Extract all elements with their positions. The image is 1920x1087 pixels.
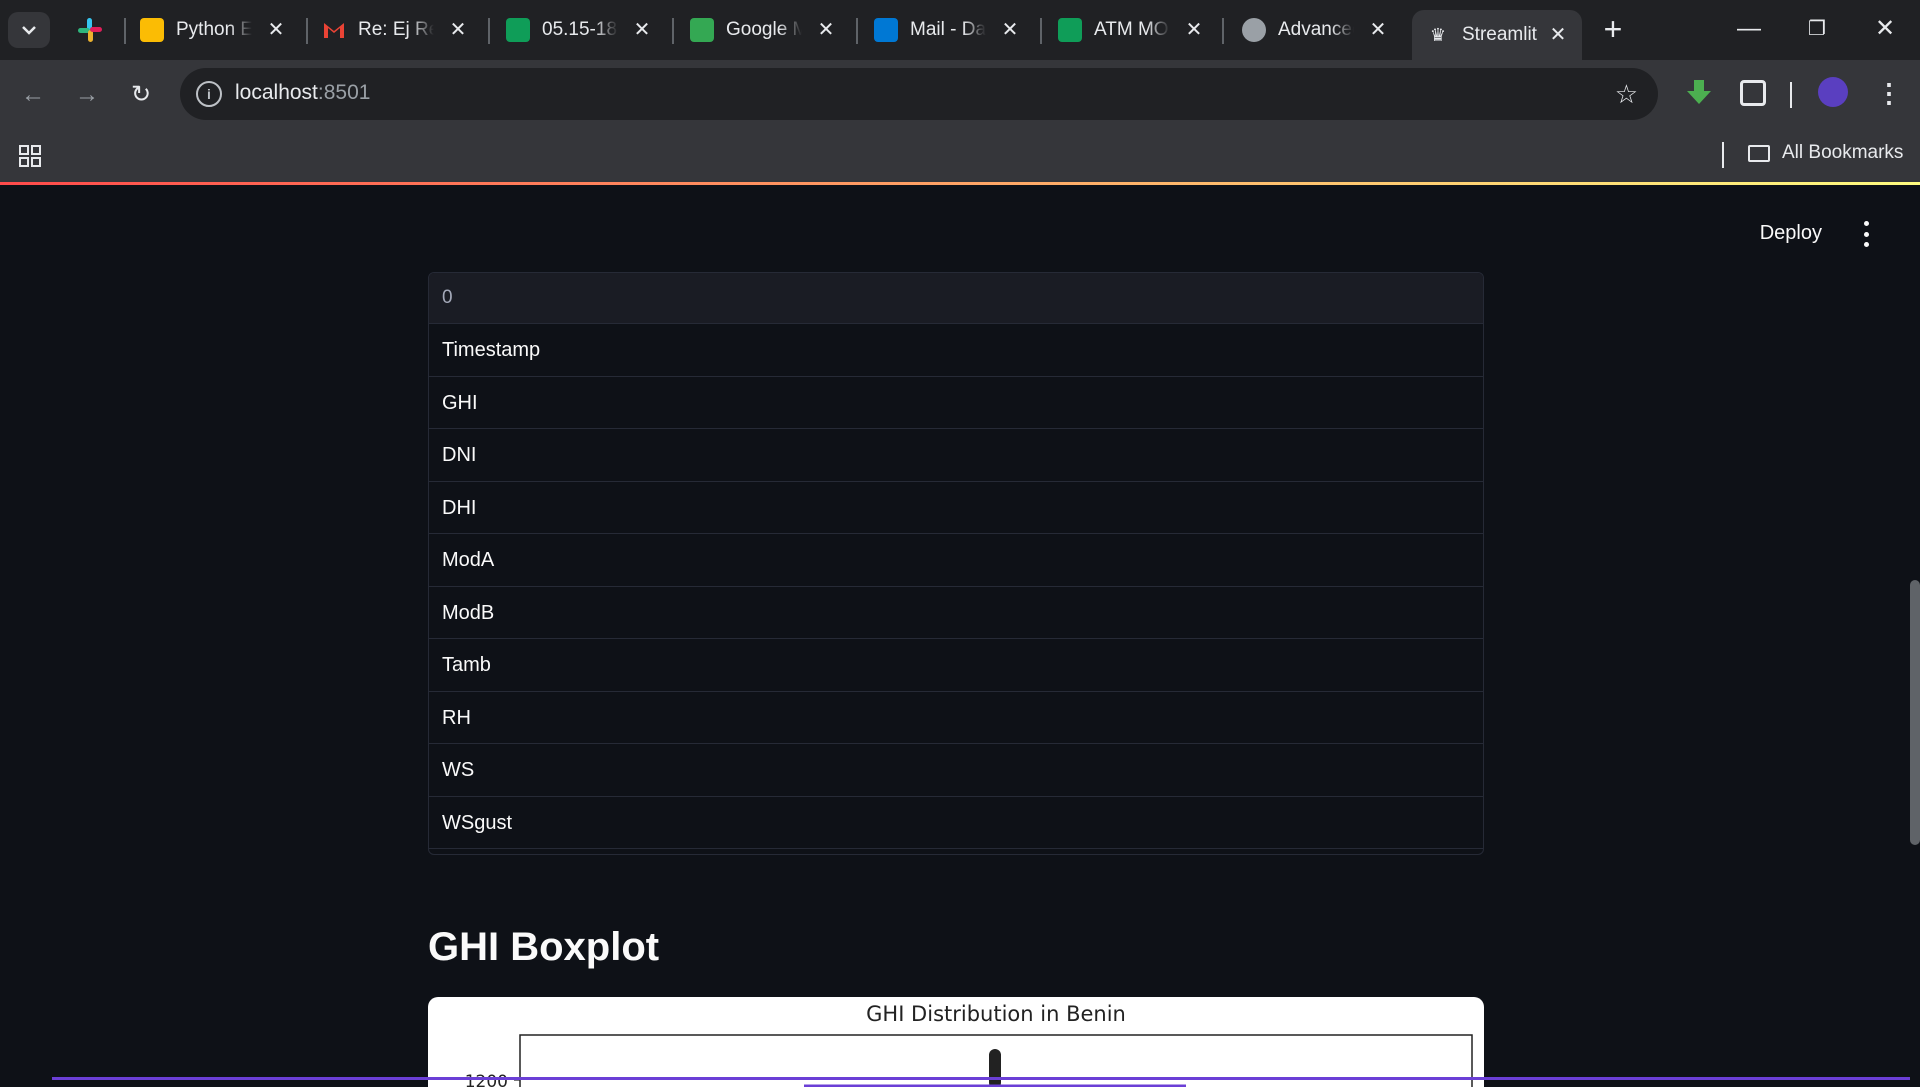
url-text[interactable]: localhost:8501 — [235, 81, 370, 105]
boxplot-svg: GHI Distribution in Benin 1200 — [465, 1002, 1473, 1087]
close-icon[interactable]: ✕ — [446, 18, 470, 42]
download-icon[interactable] — [1684, 78, 1714, 113]
column-header[interactable]: 0 — [429, 273, 1483, 324]
main-menu-icon[interactable] — [1862, 221, 1870, 247]
bookmarks-bar: All Bookmarks — [0, 130, 1920, 182]
chrome-menu-icon[interactable]: ⋮ — [1876, 78, 1902, 109]
profile-avatar[interactable] — [1818, 77, 1848, 107]
extensions-icon[interactable] — [1740, 80, 1766, 106]
address-bar[interactable]: i localhost:8501 ☆ — [180, 68, 1658, 120]
sheets-icon — [506, 18, 530, 42]
table-row[interactable]: Tamb — [429, 639, 1483, 692]
new-tab-icon[interactable]: + — [1598, 13, 1628, 45]
outlook-icon — [874, 18, 898, 42]
tab-title: Re: Ej Req — [358, 19, 434, 40]
reload-icon[interactable]: ↻ — [124, 78, 158, 112]
close-icon[interactable]: ✕ — [814, 18, 838, 42]
slides-icon — [140, 18, 164, 42]
slack-icon — [78, 18, 102, 42]
meet-icon — [690, 18, 714, 42]
chart-title: GHI Distribution in Benin — [866, 1002, 1126, 1026]
tab-slack[interactable] — [76, 10, 104, 50]
tab-outlook-mail[interactable]: Mail - Da ✕ — [874, 10, 1022, 50]
url-host: localhost — [235, 81, 318, 104]
tab-title: Mail - Da — [910, 19, 986, 40]
tab-title: Advancec — [1278, 19, 1354, 40]
dataframe[interactable]: 0 Timestamp GHI DNI DHI ModA ModB Tamb R… — [428, 272, 1484, 855]
tab-gmail[interactable]: Re: Ej Req ✕ — [322, 10, 470, 50]
ghi-boxplot-chart: GHI Distribution in Benin 1200 — [428, 997, 1484, 1087]
close-icon[interactable]: ✕ — [630, 18, 654, 42]
gmail-icon — [324, 23, 344, 38]
close-icon[interactable]: ✕ — [998, 18, 1022, 42]
bookmarks-separator — [1722, 142, 1724, 168]
browser-tab-bar: Python Er ✕ Re: Ej Req ✕ 05.15-18. ✕ Goo… — [0, 0, 1920, 60]
tab-title: ATM MOI — [1094, 19, 1170, 40]
close-icon[interactable]: ✕ — [1182, 18, 1206, 42]
table-row[interactable]: DNI — [429, 429, 1483, 482]
tab-title: 05.15-18. — [542, 19, 618, 40]
url-port: :8501 — [317, 81, 371, 104]
chat-icon — [1242, 18, 1266, 42]
table-row[interactable]: WS — [429, 744, 1483, 797]
outlier-marker — [989, 1049, 1001, 1087]
tab-title: Python Er — [176, 19, 252, 40]
forward-icon[interactable]: → — [70, 78, 104, 112]
tab-separator — [672, 18, 674, 44]
tab-separator — [488, 18, 490, 44]
browser-toolbar: ← → ↻ i localhost:8501 ☆ ⋮ — [0, 60, 1920, 130]
tab-separator — [124, 18, 126, 44]
sheets-icon — [1058, 18, 1082, 42]
close-icon[interactable]: ✕ — [1546, 23, 1570, 47]
tab-separator — [306, 18, 308, 44]
tab-search-button[interactable] — [8, 12, 50, 48]
site-info-icon[interactable]: i — [196, 81, 222, 107]
restore-icon[interactable]: ❐ — [1802, 14, 1832, 44]
table-row[interactable]: DHI — [429, 482, 1483, 534]
all-bookmarks-label: All Bookmarks — [1782, 142, 1904, 163]
close-window-icon[interactable]: ✕ — [1870, 14, 1900, 44]
deploy-button[interactable]: Deploy — [1760, 222, 1822, 245]
streamlit-app: Deploy 0 Timestamp GHI DNI DHI ModA ModB… — [0, 185, 1920, 1087]
tab-title: Streamlit — [1462, 24, 1537, 45]
apps-grid-icon[interactable] — [18, 144, 42, 173]
tab-title: Google M — [726, 19, 802, 40]
page-scrollbar[interactable] — [1910, 580, 1920, 845]
streamlit-crown-icon: ♛ — [1429, 25, 1447, 45]
chevron-down-icon — [22, 26, 36, 35]
table-row[interactable]: ModB — [429, 587, 1483, 639]
tab-separator — [1040, 18, 1042, 44]
toolbar-separator — [1790, 82, 1792, 108]
close-icon[interactable]: ✕ — [264, 18, 288, 42]
tab-sheets-atm[interactable]: ATM MOI ✕ — [1058, 10, 1206, 50]
table-row[interactable]: GHI — [429, 377, 1483, 429]
table-row[interactable]: RH — [429, 692, 1483, 744]
table-row[interactable]: Timestamp — [429, 324, 1483, 377]
back-icon[interactable]: ← — [16, 78, 50, 112]
tab-advanced[interactable]: Advancec ✕ — [1242, 10, 1390, 50]
all-bookmarks-button[interactable]: All Bookmarks — [1748, 142, 1903, 164]
tab-python[interactable]: Python Er ✕ — [140, 10, 288, 50]
minimize-icon[interactable]: — — [1734, 14, 1764, 44]
tab-google-meet[interactable]: Google M ✕ — [690, 10, 838, 50]
table-row[interactable]: ModA — [429, 534, 1483, 587]
table-row[interactable]: WSgust — [429, 797, 1483, 849]
tab-separator — [1222, 18, 1224, 44]
close-icon[interactable]: ✕ — [1366, 18, 1390, 42]
tab-separator — [856, 18, 858, 44]
tab-sheets-1[interactable]: 05.15-18. ✕ — [506, 10, 654, 50]
folder-icon — [1748, 144, 1770, 162]
bookmark-star-icon[interactable]: ☆ — [1615, 79, 1638, 110]
section-title: GHI Boxplot — [428, 925, 660, 969]
tab-streamlit[interactable]: ♛ Streamlit ✕ — [1412, 10, 1582, 60]
